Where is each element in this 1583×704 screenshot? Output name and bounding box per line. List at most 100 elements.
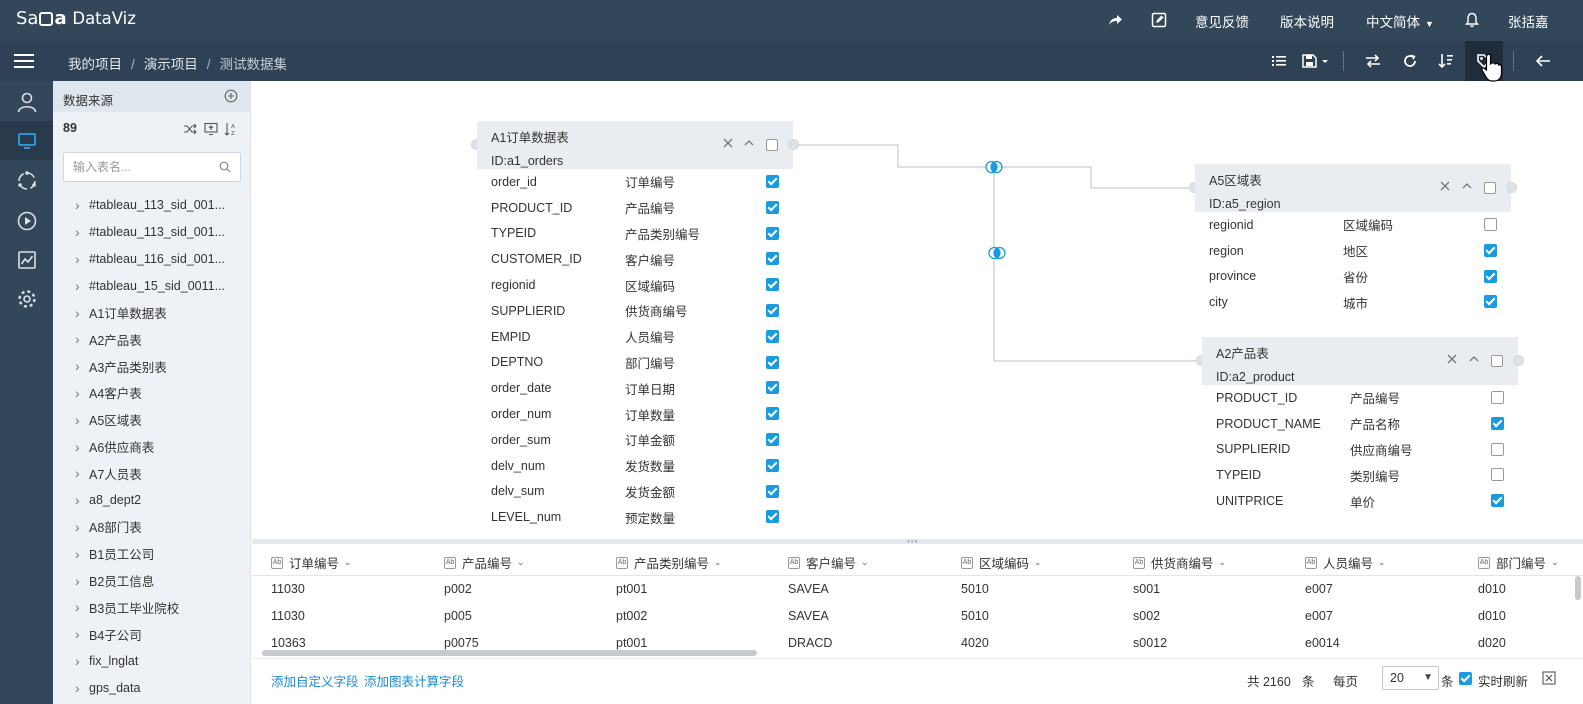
field-checkbox[interactable] — [1484, 295, 1497, 309]
chevron-right-icon[interactable]: › — [75, 385, 85, 401]
shuffle-icon[interactable] — [183, 122, 197, 136]
field-checkbox[interactable] — [766, 432, 779, 446]
vertical-scrollbar[interactable] — [1575, 576, 1581, 600]
chevron-right-icon[interactable]: › — [75, 546, 85, 562]
refresh-icon[interactable] — [1401, 52, 1419, 70]
field-checkbox[interactable] — [1491, 442, 1504, 456]
search-icon[interactable] — [219, 161, 231, 173]
field-row[interactable]: order_id 订单编号 — [477, 169, 793, 195]
field-row[interactable]: CUSTOMER_ID 客户编号 — [477, 246, 793, 272]
tree-item[interactable]: › A5区域表 — [53, 406, 250, 433]
language-select[interactable]: 中文简体 ▼ — [1366, 11, 1434, 31]
field-checkbox[interactable] — [766, 407, 779, 421]
chevron-down-icon[interactable]: ⌄ — [714, 557, 722, 568]
field-checkbox[interactable] — [1484, 269, 1497, 283]
tree-item[interactable]: › A1订单数据表 — [53, 299, 250, 326]
field-row[interactable]: PRODUCT_NAME 产品名称 — [1202, 411, 1518, 437]
chevron-right-icon[interactable]: › — [75, 653, 85, 669]
table-card-header[interactable]: A5区域表 ID:a5_region — [1195, 164, 1511, 212]
field-checkbox[interactable] — [766, 226, 779, 240]
column-header[interactable]: Ab 人员编号 ⌄ — [1305, 553, 1386, 572]
column-header[interactable]: Ab 产品编号 ⌄ — [444, 553, 525, 572]
release-notes-link[interactable]: 版本说明 — [1280, 11, 1334, 31]
chevron-right-icon[interactable]: › — [75, 599, 85, 615]
tree-item[interactable]: › A7人员表 — [53, 460, 250, 487]
field-checkbox[interactable] — [766, 484, 779, 498]
column-header[interactable]: Ab 订单编号 ⌄ — [271, 553, 352, 572]
chevron-up-icon[interactable] — [743, 137, 755, 149]
table-row[interactable]: 11030 p005 pt002 SAVEA 5010 s002 e007 d010 — [252, 603, 1583, 630]
close-icon[interactable] — [1446, 353, 1458, 365]
rail-cycle[interactable] — [0, 161, 53, 200]
field-checkbox[interactable] — [766, 329, 779, 343]
field-checkbox[interactable] — [1491, 468, 1504, 482]
breadcrumb-my-projects[interactable]: 我的项目 — [68, 57, 122, 72]
field-checkbox[interactable] — [766, 175, 779, 188]
rail-settings[interactable] — [0, 279, 53, 318]
export-excel-icon[interactable] — [1542, 671, 1556, 685]
table-card-header[interactable]: A2产品表 ID:a2_product — [1202, 337, 1518, 385]
tree-item[interactable]: › a8_dept2 — [53, 487, 250, 514]
rail-user[interactable] — [0, 82, 53, 121]
tree-item[interactable]: › A8部门表 — [53, 514, 250, 541]
add-custom-field-link[interactable]: 添加自定义字段 — [271, 671, 359, 690]
chevron-right-icon[interactable]: › — [75, 412, 85, 428]
field-checkbox[interactable] — [766, 458, 779, 472]
field-row[interactable]: order_date 订单日期 — [477, 375, 793, 401]
field-row[interactable]: SUPPLIERID 供应商编号 — [1202, 437, 1518, 463]
table-row[interactable]: 11030 p002 pt001 SAVEA 5010 s001 e007 d010 — [252, 576, 1583, 603]
column-header[interactable]: Ab 供货商编号 ⌄ — [1133, 553, 1226, 572]
inner-join-icon[interactable] — [988, 245, 1006, 261]
list-icon[interactable] — [1270, 52, 1288, 70]
horizontal-scrollbar[interactable] — [262, 650, 757, 656]
tree-item[interactable]: › #tableau_116_sid_001... — [53, 246, 250, 273]
field-row[interactable]: LEVEL_num 预定数量 — [477, 504, 793, 530]
sort-az-icon[interactable]: AZ — [224, 122, 238, 136]
field-checkbox[interactable] — [766, 200, 779, 214]
chevron-right-icon[interactable]: › — [75, 224, 85, 240]
field-row[interactable]: order_sum 订单金额 — [477, 427, 793, 453]
connector-handle[interactable] — [788, 139, 799, 150]
field-row[interactable]: DEPTNO 部门编号 — [477, 350, 793, 376]
chevron-up-icon[interactable] — [1468, 353, 1480, 365]
field-checkbox[interactable] — [766, 278, 779, 292]
close-icon[interactable] — [722, 137, 734, 149]
field-row[interactable]: regionid 区域编码 — [1195, 212, 1511, 238]
tree-item[interactable]: › fix_lnglat — [53, 648, 250, 675]
feedback-link[interactable]: 意见反馈 — [1195, 11, 1249, 31]
field-checkbox[interactable] — [766, 355, 779, 369]
tree-item[interactable]: › #tableau_113_sid_001... — [53, 192, 250, 219]
chevron-right-icon[interactable]: › — [75, 331, 85, 347]
column-header[interactable]: Ab 区域编码 ⌄ — [961, 553, 1042, 572]
field-row[interactable]: EMPID 人员编号 — [477, 324, 793, 350]
close-icon[interactable] — [1439, 180, 1451, 192]
save-icon[interactable] — [1300, 52, 1332, 70]
column-header[interactable]: Ab 部门编号 ⌄ — [1478, 553, 1559, 572]
page-size-select[interactable]: 20 ▼ — [1382, 666, 1439, 690]
chevron-down-icon[interactable]: ⌄ — [1378, 557, 1386, 568]
user-name[interactable]: 张括嘉 — [1508, 11, 1549, 31]
chevron-right-icon[interactable]: › — [75, 358, 85, 374]
tree-item[interactable]: › A6供应商表 — [53, 433, 250, 460]
chevron-right-icon[interactable]: › — [75, 465, 85, 481]
back-arrow-icon[interactable] — [1534, 52, 1552, 70]
chevron-down-icon[interactable]: ⌄ — [344, 557, 352, 568]
chevron-down-icon[interactable]: ⌄ — [1219, 557, 1227, 568]
field-checkbox[interactable] — [766, 381, 779, 395]
inner-join-icon[interactable] — [985, 159, 1003, 175]
select-all-checkbox[interactable] — [1491, 355, 1503, 367]
table-search-input[interactable] — [64, 153, 204, 181]
field-row[interactable]: PRODUCT_ID 产品编号 — [1202, 385, 1518, 411]
field-checkbox[interactable] — [766, 252, 779, 266]
field-row[interactable]: province 省份 — [1195, 264, 1511, 290]
chevron-down-icon[interactable]: ⌄ — [861, 557, 869, 568]
add-circle-icon[interactable] — [224, 89, 238, 103]
chevron-down-icon[interactable]: ⌄ — [517, 557, 525, 568]
field-checkbox[interactable] — [1484, 218, 1497, 231]
bell-icon[interactable] — [1463, 11, 1481, 29]
breadcrumb-demo-project[interactable]: 演示项目 — [144, 57, 198, 72]
rail-dataset[interactable] — [0, 121, 53, 160]
share-icon[interactable] — [1106, 11, 1124, 29]
realtime-refresh-checkbox[interactable] — [1459, 672, 1472, 685]
tree-item[interactable]: › B4子公司 — [53, 621, 250, 648]
